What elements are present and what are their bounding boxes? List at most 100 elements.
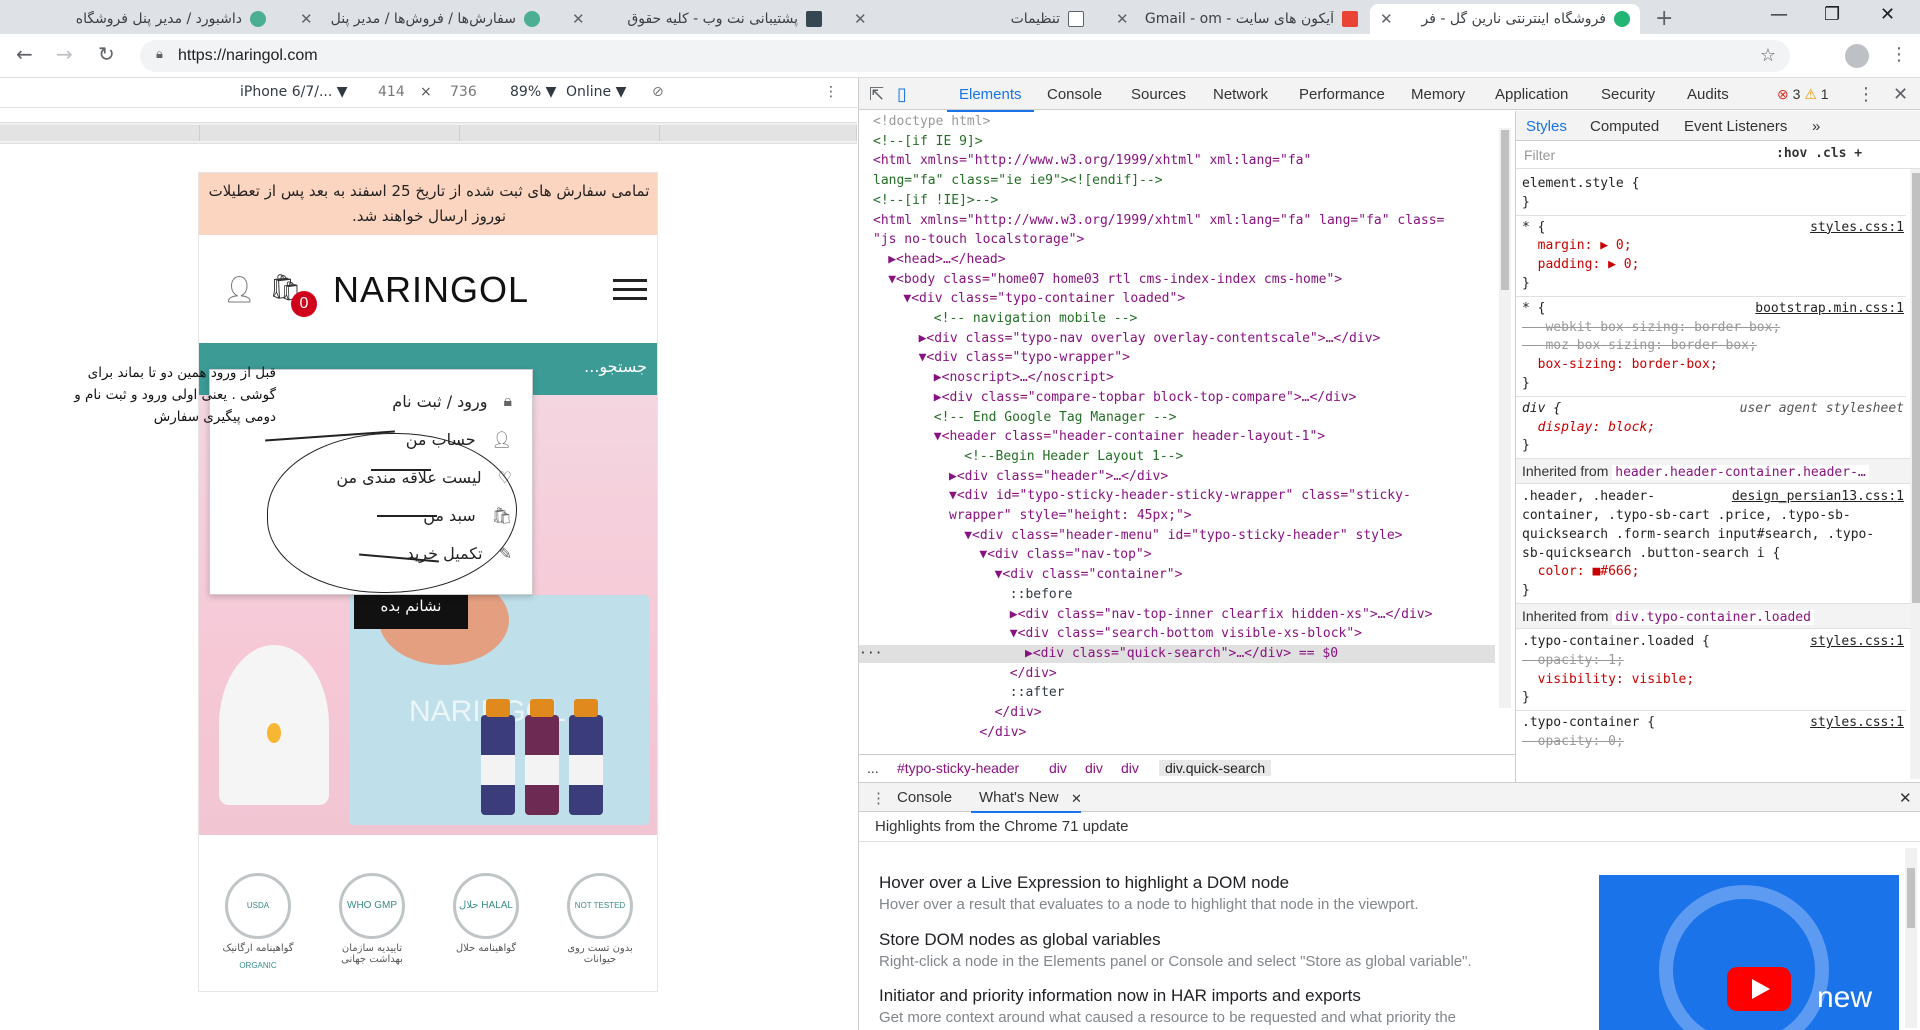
style-declaration[interactable]: * {styles.css:1: [1522, 219, 1904, 237]
dom-node[interactable]: <html xmlns="http://www.w3.org/1999/xhtm…: [859, 152, 1495, 170]
style-declaration[interactable]: * {bootstrap.min.css:1: [1522, 300, 1904, 318]
browser-tab[interactable]: پشتیبانی نت وب - کلیه حقوق ✕: [562, 4, 832, 34]
style-declaration[interactable]: padding: ▶ 0;: [1522, 256, 1904, 274]
style-declaration[interactable]: sb-quicksearch .button-search i {: [1522, 545, 1904, 563]
dom-node[interactable]: ▶<head>…</head>: [859, 251, 1495, 269]
style-declaration[interactable]: }: [1522, 375, 1904, 393]
style-declaration[interactable]: .typo-container {styles.css:1: [1522, 714, 1904, 732]
style-declaration[interactable]: visibility: visible;: [1522, 671, 1904, 689]
device-select[interactable]: iPhone 6/7/... ▼: [240, 84, 348, 100]
tab-event-listeners[interactable]: Event Listeners: [1684, 118, 1787, 135]
dom-node[interactable]: ▼<div id="typo-sticky-header-sticky-wrap…: [859, 487, 1495, 505]
minimize-icon[interactable]: —: [1770, 4, 1788, 25]
close-drawer-icon[interactable]: ✕: [1899, 789, 1912, 807]
dom-node[interactable]: <!--Begin Header Layout 1-->: [859, 448, 1495, 466]
dom-node[interactable]: ▶<div class="header">…</div>: [859, 468, 1495, 486]
style-source-link[interactable]: styles.css:1: [1810, 219, 1904, 237]
width-input[interactable]: 414: [378, 84, 405, 100]
browser-tab-active[interactable]: فروشگاه اینترنتی نارین گل - فر ✕: [1370, 4, 1640, 34]
dom-node[interactable]: ▼<div class="typo-container loaded">: [859, 290, 1495, 308]
browser-menu-icon[interactable]: ⋮: [1890, 44, 1908, 65]
styles-filter[interactable]: Filter :hov .cls +: [1516, 141, 1920, 169]
height-input[interactable]: 736: [450, 84, 477, 100]
address-bar[interactable]: 🔒︎ https://naringol.com ☆: [140, 40, 1790, 72]
style-declaration[interactable]: opacity: 0;: [1522, 733, 1904, 751]
tab-security[interactable]: Security: [1601, 86, 1655, 103]
drawer-menu-icon[interactable]: ⋮: [871, 789, 886, 807]
whats-new-scrollbar[interactable]: [1905, 848, 1917, 1028]
close-tab-icon[interactable]: ✕: [1116, 10, 1129, 28]
profile-avatar[interactable]: [1845, 44, 1869, 68]
style-declaration[interactable]: div {user agent stylesheet: [1522, 400, 1904, 418]
breadcrumb-current[interactable]: div.quick-search: [1159, 760, 1272, 776]
dom-node[interactable]: ▶<div class="nav-top-inner clearfix hidd…: [859, 606, 1495, 624]
dom-scrollbar[interactable]: [1499, 128, 1511, 708]
breadcrumb-ellipsis[interactable]: ...: [867, 760, 879, 776]
menu-item-login[interactable]: 🔒︎ ورود / ثبت نام: [392, 386, 512, 416]
new-tab-button[interactable]: +: [1655, 6, 1673, 31]
more-tabs-icon[interactable]: »: [1812, 118, 1820, 135]
dom-node[interactable]: </div>: [859, 665, 1495, 683]
tab-console[interactable]: Console: [1047, 86, 1102, 103]
dom-node[interactable]: <!-- End Google Tag Manager -->: [859, 409, 1495, 427]
style-declaration[interactable]: }: [1522, 437, 1904, 455]
dom-node[interactable]: ▼<div class="typo-wrapper">: [859, 349, 1495, 367]
dom-node[interactable]: ::after: [859, 684, 1495, 702]
style-declaration[interactable]: color: ■#666;: [1522, 563, 1904, 581]
dom-node[interactable]: </div>: [859, 704, 1495, 722]
style-declaration[interactable]: quicksearch .form-search input#search, .…: [1522, 526, 1904, 544]
dom-node[interactable]: ▶<div class="compare-topbar block-top-co…: [859, 389, 1495, 407]
media-query-bar[interactable]: [0, 122, 857, 144]
network-throttle-select[interactable]: Online ▼: [566, 84, 626, 100]
zoom-select[interactable]: 89% ▼: [510, 84, 556, 100]
youtube-play-icon[interactable]: [1727, 967, 1791, 1011]
browser-tab[interactable]: داشبورد / مدیر پنل فروشگاه: [6, 4, 276, 34]
tab-elements[interactable]: Elements: [947, 86, 1033, 112]
tab-console-drawer[interactable]: Console: [897, 789, 952, 806]
inherited-selector[interactable]: header.header-container.header-…: [1612, 465, 1869, 481]
breadcrumb-item[interactable]: div: [1085, 760, 1103, 776]
inspect-element-icon[interactable]: ⇱: [869, 84, 884, 105]
dom-node[interactable]: wrapper" style="height: 45px;">: [859, 507, 1495, 525]
dom-node[interactable]: </div>: [859, 724, 1495, 742]
bookmark-star-icon[interactable]: ☆: [1760, 45, 1776, 66]
style-declaration[interactable]: container, .typo-sb-cart .price, .typo-s…: [1522, 507, 1904, 525]
user-icon[interactable]: 👤︎: [223, 275, 256, 305]
dom-more-icon[interactable]: ···: [859, 645, 882, 663]
dom-node[interactable]: ▼<header class="header-container header-…: [859, 428, 1495, 446]
breadcrumb-item[interactable]: #typo-sticky-header: [897, 760, 1019, 776]
tab-memory[interactable]: Memory: [1411, 86, 1465, 103]
dom-node[interactable]: ▶<noscript>…</noscript>: [859, 369, 1495, 387]
back-icon[interactable]: ←: [16, 42, 33, 66]
browser-tab[interactable]: سفارش‌ها / فروش‌ها / مدیر پنل ✕: [290, 4, 550, 34]
close-window-icon[interactable]: ✕: [1880, 4, 1895, 25]
tab-whats-new[interactable]: What's New: [979, 789, 1059, 806]
close-devtools-icon[interactable]: ✕: [1893, 84, 1908, 105]
close-tab-icon[interactable]: ✕: [854, 10, 867, 28]
style-declaration[interactable]: -webkit-box-sizing: border-box;: [1522, 319, 1904, 337]
tab-performance[interactable]: Performance: [1299, 86, 1385, 103]
dom-node[interactable]: ▼<div class="nav-top">: [859, 546, 1495, 564]
style-declaration[interactable]: .header, .header-design_persian13.css:1: [1522, 488, 1904, 506]
device-toggle-icon[interactable]: ▯: [897, 84, 907, 105]
style-declaration[interactable]: -moz-box-sizing: border-box;: [1522, 337, 1904, 355]
close-tab-icon[interactable]: ✕: [1380, 10, 1393, 28]
breadcrumb-item[interactable]: div: [1049, 760, 1067, 776]
dom-node[interactable]: <!-- navigation mobile -->: [859, 310, 1495, 328]
dom-node[interactable]: <!doctype html>: [859, 113, 1495, 131]
dom-tree[interactable]: <!doctype html> <!--[if IE 9]> <html xmlns…: [859, 111, 1495, 749]
rotate-icon[interactable]: ⊘: [652, 84, 664, 100]
dom-node[interactable]: ▼<div class="container">: [859, 566, 1495, 584]
dom-node-selected[interactable]: ▶<div class="quick-search">…</div> == $0: [859, 644, 1495, 663]
close-tab-icon[interactable]: ✕: [300, 10, 313, 28]
dom-node[interactable]: <!--[if !IE]>-->: [859, 192, 1495, 210]
style-source-link[interactable]: design_persian13.css:1: [1732, 488, 1904, 506]
style-declaration[interactable]: box-sizing: border-box;: [1522, 356, 1904, 374]
style-declaration[interactable]: }: [1522, 194, 1904, 212]
styles-scrollbar[interactable]: [1910, 169, 1920, 779]
breadcrumb-item[interactable]: div: [1121, 760, 1139, 776]
dom-node[interactable]: ▶<div class="typo-nav overlay overlay-co…: [859, 330, 1495, 348]
style-source-link[interactable]: bootstrap.min.css:1: [1755, 300, 1904, 318]
style-declaration[interactable]: .typo-container.loaded {styles.css:1: [1522, 633, 1904, 651]
dom-node[interactable]: <!--[if IE 9]>: [859, 133, 1495, 151]
